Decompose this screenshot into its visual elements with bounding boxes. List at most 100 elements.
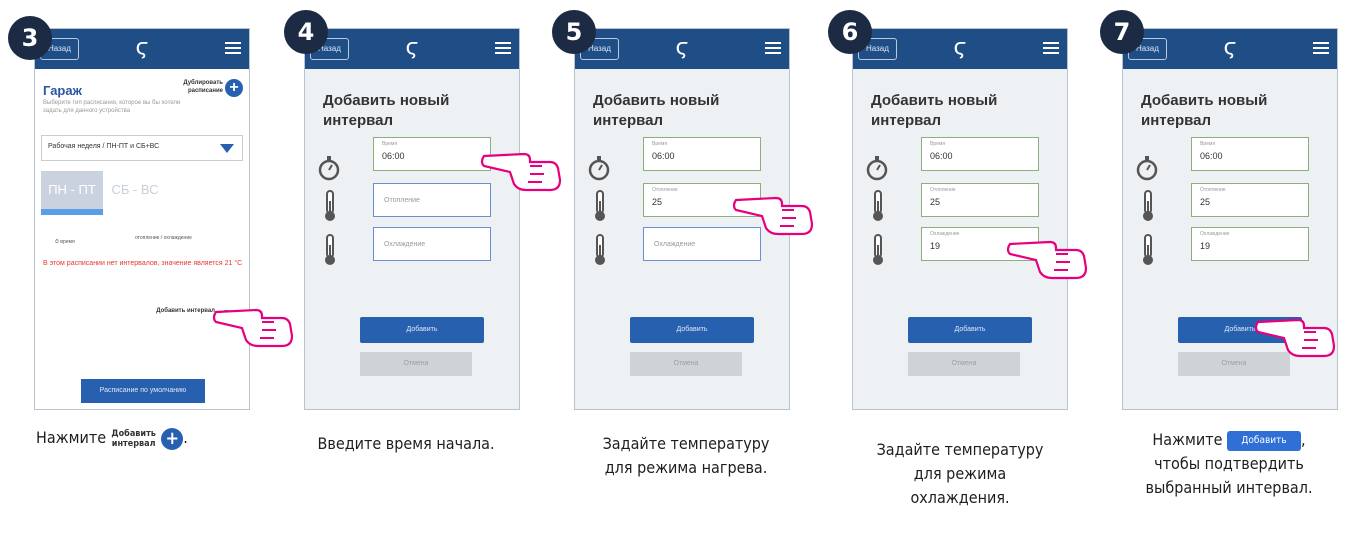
step-number-badge: 6	[828, 10, 872, 54]
form-title: Добавить новый интервал	[593, 92, 720, 129]
add-button[interactable]: Добавить	[908, 317, 1032, 343]
hamburger-menu-icon[interactable]	[225, 42, 241, 54]
duplicate-plus-icon[interactable]: +	[225, 79, 243, 97]
step-number-badge: 4	[284, 10, 328, 54]
form-title: Добавить новый интервал	[323, 92, 450, 129]
cooling-field[interactable]: Охлаждение	[373, 227, 491, 261]
no-intervals-warning: В этом расписании нет интервалов, значен…	[43, 260, 243, 267]
heating-field-label: Отопление	[930, 187, 956, 193]
cancel-button[interactable]: Отмена	[630, 352, 742, 376]
heating-field[interactable]: Отопление	[373, 183, 491, 217]
time-field-value: 06:00	[652, 151, 675, 161]
caption-suffix: .	[183, 428, 188, 447]
thermometer-cool-icon	[595, 234, 605, 265]
cooling-field-placeholder: Охлаждение	[654, 241, 696, 248]
duplicate-schedule-label: Дублировать расписание	[183, 80, 223, 94]
chevron-down-icon	[220, 144, 234, 153]
inline-add-button: Добавить	[1227, 430, 1302, 451]
schedule-type-value: Рабочая неделя / ПН-ПТ и СБ+ВС	[48, 143, 160, 150]
day-tabs: ПН - ПТ СБ - ВС	[41, 171, 241, 215]
heating-field-placeholder: Отопление	[384, 197, 420, 204]
stopwatch-icon	[1136, 156, 1158, 181]
schedule-content: Гараж Выберите тип расписания, которое в…	[35, 69, 249, 409]
heating-field-label: Отопление	[652, 187, 678, 193]
heating-field-value: 25	[930, 197, 941, 207]
cooling-field-value: 19	[1200, 241, 1211, 251]
tab-weekdays[interactable]: ПН - ПТ	[41, 171, 103, 209]
caption-line: охлаждения.	[910, 488, 1010, 507]
step-number-badge: 5	[552, 10, 596, 54]
caption-step-3: Нажмите Добавить интервал +.	[36, 426, 266, 450]
schedule-type-select[interactable]: Рабочая неделя / ПН-ПТ и СБ+ВС	[41, 135, 243, 161]
caption-line: чтобы подтвердить	[1154, 454, 1304, 473]
pointing-hand-icon	[212, 308, 294, 348]
time-field-label: Время	[652, 141, 668, 147]
heating-field-label: Отопление	[1200, 187, 1226, 193]
logo-icon: ϛ	[1223, 35, 1237, 60]
cancel-button[interactable]: Отмена	[908, 352, 1020, 376]
time-field-label: Время	[382, 141, 398, 147]
add-button[interactable]: Добавить	[360, 317, 484, 343]
cancel-button[interactable]: Отмена	[360, 352, 472, 376]
heating-field[interactable]: Отопление 25	[1191, 183, 1309, 217]
caption-text: Нажмите	[36, 428, 107, 447]
top-bar: Назад ϛ	[35, 29, 249, 69]
phone-screen-add-interval: Назад ϛ Добавить новый интервал Время 06…	[852, 28, 1068, 410]
pointing-hand-icon	[480, 152, 562, 192]
add-interval-label: Добавить интервал	[156, 308, 215, 314]
cooling-field[interactable]: Охлаждение 19	[1191, 227, 1309, 261]
logo-icon: ϛ	[675, 35, 689, 60]
add-button[interactable]: Добавить	[630, 317, 754, 343]
time-field[interactable]: Время 06:00	[373, 137, 491, 171]
hamburger-menu-icon[interactable]	[1043, 42, 1059, 54]
device-title: Гараж	[43, 83, 82, 98]
pointing-hand-icon	[1254, 318, 1336, 358]
time-field-value: 06:00	[930, 151, 953, 161]
cooling-field-label: Охлаждение	[1200, 231, 1230, 237]
time-field[interactable]: Время 06:00	[643, 137, 761, 171]
legend-time: ⏱ время	[55, 239, 75, 245]
thermometer-cool-icon	[873, 234, 883, 265]
form-title: Добавить новый интервал	[871, 92, 998, 129]
logo-icon: ϛ	[135, 35, 149, 60]
pointing-hand-icon	[1006, 240, 1088, 280]
hamburger-menu-icon[interactable]	[1313, 42, 1329, 54]
add-interval-form: Добавить новый интервал Время 06:00 Отоп…	[575, 69, 789, 409]
time-field-label: Время	[930, 141, 946, 147]
heating-field-value: 25	[1200, 197, 1211, 207]
default-schedule-button[interactable]: Расписание по умолчанию	[81, 379, 205, 403]
thermometer-heat-icon	[595, 190, 605, 221]
hamburger-menu-icon[interactable]	[765, 42, 781, 54]
time-field[interactable]: Время 06:00	[921, 137, 1039, 171]
time-field[interactable]: Время 06:00	[1191, 137, 1309, 171]
logo-icon: ϛ	[405, 35, 419, 60]
cooling-field-placeholder: Охлаждение	[384, 241, 426, 248]
caption-line: для режима нагрева.	[604, 458, 768, 477]
cooling-field-value: 19	[930, 241, 941, 251]
caption-step-5: Задайте температуру для режима нагрева.	[566, 432, 806, 480]
caption-line: Нажмите Добавить,	[1112, 428, 1346, 452]
caption-suffix: ,	[1301, 430, 1306, 449]
heating-field[interactable]: Отопление 25	[921, 183, 1039, 217]
caption-text: Нажмите	[1152, 430, 1223, 449]
legend-heat-cool-label: отопление / охлаждение	[135, 235, 192, 241]
hamburger-menu-icon[interactable]	[495, 42, 511, 54]
logo-icon: ϛ	[953, 35, 967, 60]
time-field-label: Время	[1200, 141, 1216, 147]
phone-screen-add-interval: Назад ϛ Добавить новый интервал Время 06…	[304, 28, 520, 410]
tab-weekend[interactable]: СБ - ВС	[105, 171, 165, 209]
top-bar: Назад ϛ	[853, 29, 1067, 69]
form-title: Добавить новый интервал	[1141, 92, 1268, 129]
heating-field-value: 25	[652, 197, 663, 207]
caption-step-7: Нажмите Добавить, чтобы подтвердить выбр…	[1112, 428, 1346, 500]
caption-line: выбранный интервал.	[1145, 478, 1313, 497]
time-field-value: 06:00	[1200, 151, 1223, 161]
thermometer-cool-icon	[325, 234, 335, 265]
add-interval-form: Добавить новый интервал Время 06:00 Отоп…	[305, 69, 519, 409]
thermometer-cool-icon	[1143, 234, 1153, 265]
thermometer-heat-icon	[325, 190, 335, 221]
legend-heat-cool: отопление / охлаждение	[135, 235, 195, 241]
caption-line: Задайте температуру	[876, 440, 1044, 459]
top-bar: Назад ϛ	[305, 29, 519, 69]
active-tab-indicator	[41, 209, 103, 215]
